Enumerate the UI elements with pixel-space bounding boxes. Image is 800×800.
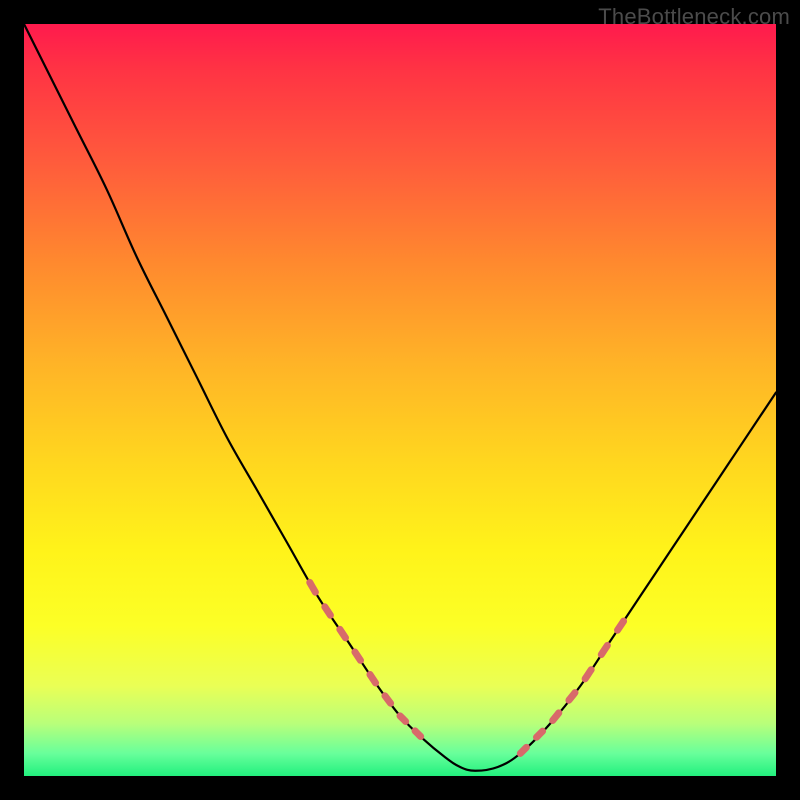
dash-segment: [537, 731, 543, 737]
dash-segment: [340, 629, 346, 637]
dash-segment: [585, 670, 591, 679]
dash-segment: [520, 747, 526, 753]
bottleneck-curve-svg: [24, 24, 776, 776]
dash-overlay-left: [310, 582, 421, 736]
dash-overlay-right: [520, 621, 623, 753]
dash-segment: [400, 716, 406, 722]
dash-segment: [370, 674, 376, 682]
dash-segment: [569, 693, 575, 701]
dash-segment: [601, 645, 607, 654]
dash-segment: [618, 621, 624, 630]
watermark-text: TheBottleneck.com: [598, 4, 790, 30]
dash-segment: [385, 696, 391, 704]
dash-segment: [325, 607, 331, 615]
dash-segment: [310, 582, 316, 592]
bottleneck-curve: [24, 24, 776, 771]
dash-segment: [355, 652, 361, 660]
dash-segment: [553, 713, 559, 721]
chart-plot-area: [24, 24, 776, 776]
dash-segment: [415, 731, 421, 737]
